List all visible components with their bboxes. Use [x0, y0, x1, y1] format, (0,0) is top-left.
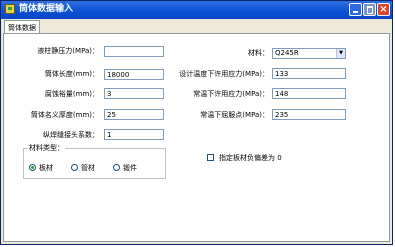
radio-plate[interactable] — [29, 164, 36, 171]
maximize-icon[interactable] — [363, 3, 376, 16]
minimize-icon[interactable] — [349, 3, 362, 16]
zero-negative-deviation-label[interactable]: 指定板材负偏差为 0 — [219, 153, 282, 163]
shell-length-label: 筒体长度(mm)： — [44, 70, 99, 78]
radio-plate-label[interactable]: 板材 — [39, 163, 53, 173]
corrosion-allowance-input[interactable] — [104, 88, 164, 99]
room-temp-stress-input[interactable] — [272, 88, 346, 99]
window-title: 筒体数据输入 — [19, 4, 74, 14]
material-label: 材料： — [248, 49, 269, 57]
liquid-pressure-label: 液柱静压力(MPa)： — [37, 47, 99, 55]
material-select[interactable]: Q245R ▼ — [272, 48, 346, 59]
radio-pipe-label[interactable]: 管材 — [81, 163, 95, 173]
nominal-thickness-input[interactable] — [104, 109, 164, 120]
title-bar[interactable]: 筒体数据输入 × — [1, 1, 392, 19]
design-temp-stress-input[interactable] — [272, 68, 346, 79]
design-temp-stress-label: 设计温度下许用应力(MPa)： — [179, 70, 269, 78]
app-icon — [5, 4, 15, 14]
radio-forging[interactable] — [113, 164, 120, 171]
close-icon[interactable]: × — [377, 3, 390, 16]
shell-length-input[interactable] — [104, 69, 164, 80]
room-temp-yield-input[interactable] — [272, 109, 346, 120]
material-selected-value: Q245R — [275, 49, 299, 57]
weld-joint-factor-label: 纵焊缝接头系数： — [43, 131, 99, 139]
room-temp-stress-label: 常温下许用应力(MPa)： — [193, 90, 269, 98]
liquid-pressure-input[interactable] — [104, 46, 164, 57]
radio-pipe[interactable] — [71, 164, 78, 171]
room-temp-yield-label: 常温下屈服点(MPa)： — [200, 111, 269, 119]
dialog-window: 筒体数据输入 × 筒体数据 液柱静压力(MPa)： 筒体长度(mm)： 腐蚀裕量… — [0, 0, 393, 245]
radio-forging-label[interactable]: 锻件 — [123, 163, 137, 173]
material-type-title: 材料类型： — [28, 143, 65, 153]
weld-joint-factor-input[interactable] — [104, 129, 164, 140]
chevron-down-icon[interactable]: ▼ — [336, 49, 345, 58]
nominal-thickness-label: 筒体名义厚度(mm)： — [30, 111, 99, 119]
corrosion-allowance-label: 腐蚀裕量(mm)： — [44, 90, 99, 98]
zero-negative-deviation-checkbox[interactable] — [207, 154, 214, 161]
